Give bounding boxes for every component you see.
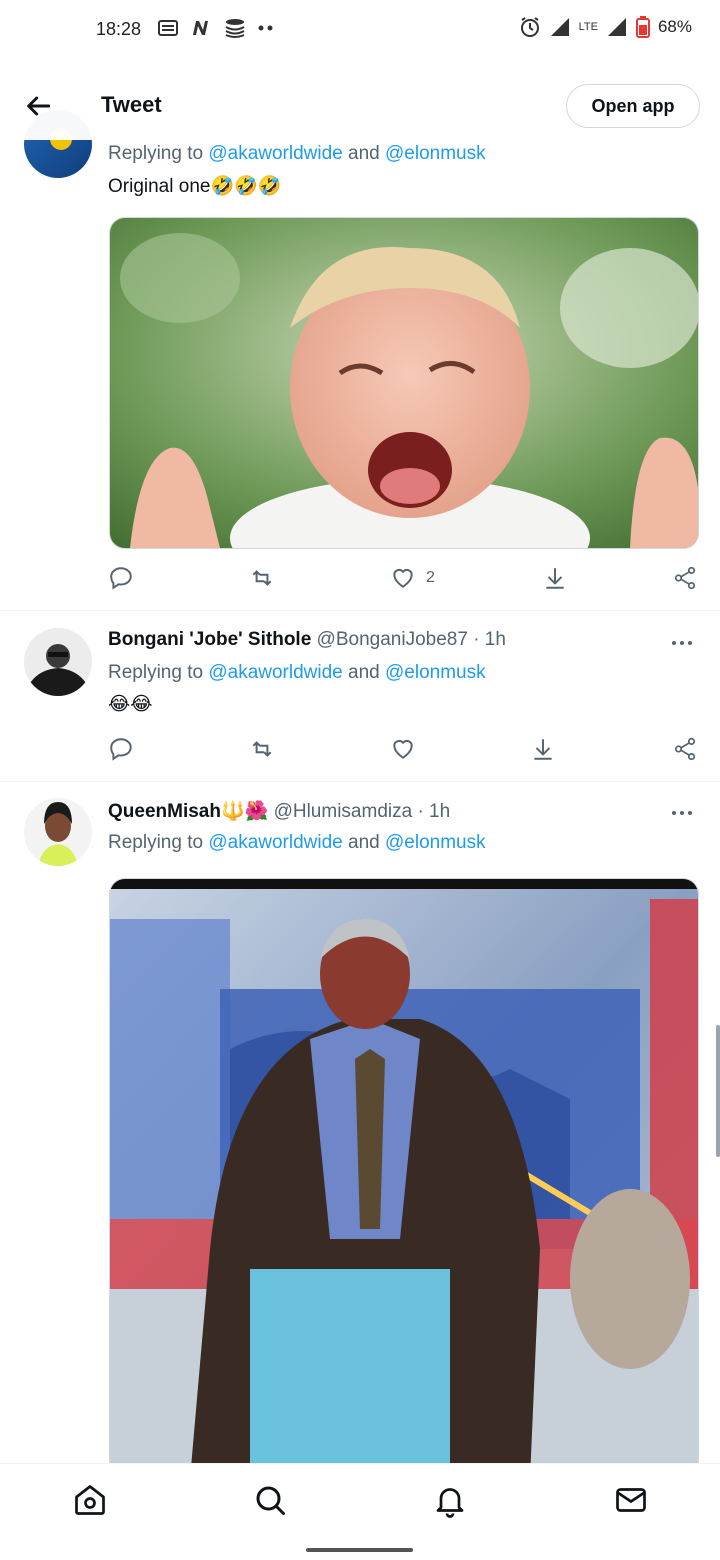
retweet-icon — [252, 570, 272, 586]
man-in-studio-image — [110, 879, 698, 1479]
more-options-icon[interactable] — [670, 638, 694, 648]
replying-label: Replying to — [108, 662, 209, 683]
signal-icon-2 — [607, 18, 626, 36]
share-icon — [674, 566, 696, 590]
like-button[interactable] — [390, 734, 416, 764]
divider — [0, 610, 720, 611]
tweet-header: QueenMisah🔱🌺 @Hlumisamdiza · 1h — [108, 799, 450, 823]
reply-button[interactable] — [108, 734, 134, 764]
tweet-text: Original one🤣🤣🤣 — [108, 176, 282, 197]
signal-icon — [550, 18, 569, 36]
status-time: 18:28 — [96, 19, 142, 39]
joiner-text: and — [342, 143, 386, 164]
share-icon — [674, 737, 696, 761]
download-icon — [546, 568, 564, 589]
tweet-actions: 2 — [108, 563, 698, 593]
avatar-image — [24, 628, 92, 696]
tweet-actions — [108, 734, 698, 764]
heart-icon — [393, 568, 413, 588]
replying-to: Replying to @akaworldwide and @elonmusk — [108, 143, 486, 165]
retweet-button[interactable] — [248, 563, 276, 593]
home-indicator[interactable] — [306, 1548, 413, 1552]
open-app-button[interactable]: Open app — [566, 84, 700, 128]
retweet-icon — [252, 741, 272, 757]
like-count: 2 — [426, 569, 435, 586]
display-name[interactable]: QueenMisah🔱🌺 — [108, 801, 268, 822]
tweet-photo[interactable] — [109, 217, 699, 549]
alarm-icon — [520, 17, 539, 37]
like-button[interactable]: 2 — [390, 563, 435, 593]
replying-to: Replying to @akaworldwide and @elonmusk — [108, 832, 486, 854]
tweet-header: Bongani 'Jobe' Sithole @BonganiJobe87 · … — [108, 629, 506, 651]
mention-link[interactable]: @akaworldwide — [208, 662, 342, 683]
handle-time: @BonganiJobe87 · 1h — [311, 629, 506, 650]
avatar-image — [24, 798, 92, 866]
replying-label: Replying to — [108, 143, 209, 164]
network-label: LTE — [578, 21, 598, 33]
home-icon[interactable] — [72, 1482, 108, 1518]
tweet-photo[interactable] — [109, 878, 699, 1479]
heart-icon — [393, 739, 413, 759]
notifications-icon[interactable] — [432, 1482, 468, 1518]
download-button[interactable] — [530, 734, 556, 764]
more-options-icon[interactable] — [670, 808, 694, 818]
n-app-icon — [193, 21, 208, 35]
notification-icons — [158, 18, 274, 38]
mention-link[interactable]: @akaworldwide — [208, 143, 342, 164]
handle-time: @Hlumisamdiza · 1h — [268, 801, 451, 822]
more-dots-icon — [258, 25, 273, 31]
system-icons: LTE 68% — [519, 16, 692, 38]
reply-icon — [110, 567, 132, 590]
page-title: Tweet — [101, 92, 162, 117]
battery-percent: 68% — [657, 17, 692, 36]
download-icon — [534, 739, 552, 760]
status-bar: 18:28 LTE 68% — [0, 0, 720, 60]
avatar[interactable] — [24, 628, 92, 696]
joiner-text: and — [342, 662, 386, 683]
divider — [0, 781, 720, 782]
replying-label: Replying to — [108, 832, 209, 853]
download-button[interactable] — [542, 563, 568, 593]
stack-icon — [225, 19, 245, 38]
back-arrow-icon[interactable] — [22, 90, 54, 122]
mention-link[interactable]: @elonmusk — [385, 143, 486, 164]
replying-to: Replying to @akaworldwide and @elonmusk — [108, 662, 486, 684]
joiner-text: and — [342, 832, 386, 853]
scrollbar[interactable] — [716, 1025, 720, 1157]
email-icon — [158, 20, 178, 36]
reply-icon — [110, 738, 132, 761]
share-button[interactable] — [672, 563, 698, 593]
top-app-bar: Tweet Open app — [0, 72, 720, 140]
share-button[interactable] — [672, 734, 698, 764]
display-name[interactable]: Bongani 'Jobe' Sithole — [108, 629, 311, 650]
bottom-navigation — [0, 1463, 720, 1538]
mention-link[interactable]: @akaworldwide — [208, 832, 342, 853]
mention-link[interactable]: @elonmusk — [385, 662, 486, 683]
battery-icon — [635, 16, 650, 38]
retweet-button[interactable] — [248, 734, 276, 764]
reply-button[interactable] — [108, 563, 134, 593]
tweet-text: 😂😂 — [108, 694, 153, 715]
messages-icon[interactable] — [613, 1482, 649, 1518]
search-icon[interactable] — [252, 1482, 288, 1518]
mention-link[interactable]: @elonmusk — [385, 832, 486, 853]
avatar[interactable] — [24, 798, 92, 866]
laughing-baby-image — [110, 218, 698, 548]
